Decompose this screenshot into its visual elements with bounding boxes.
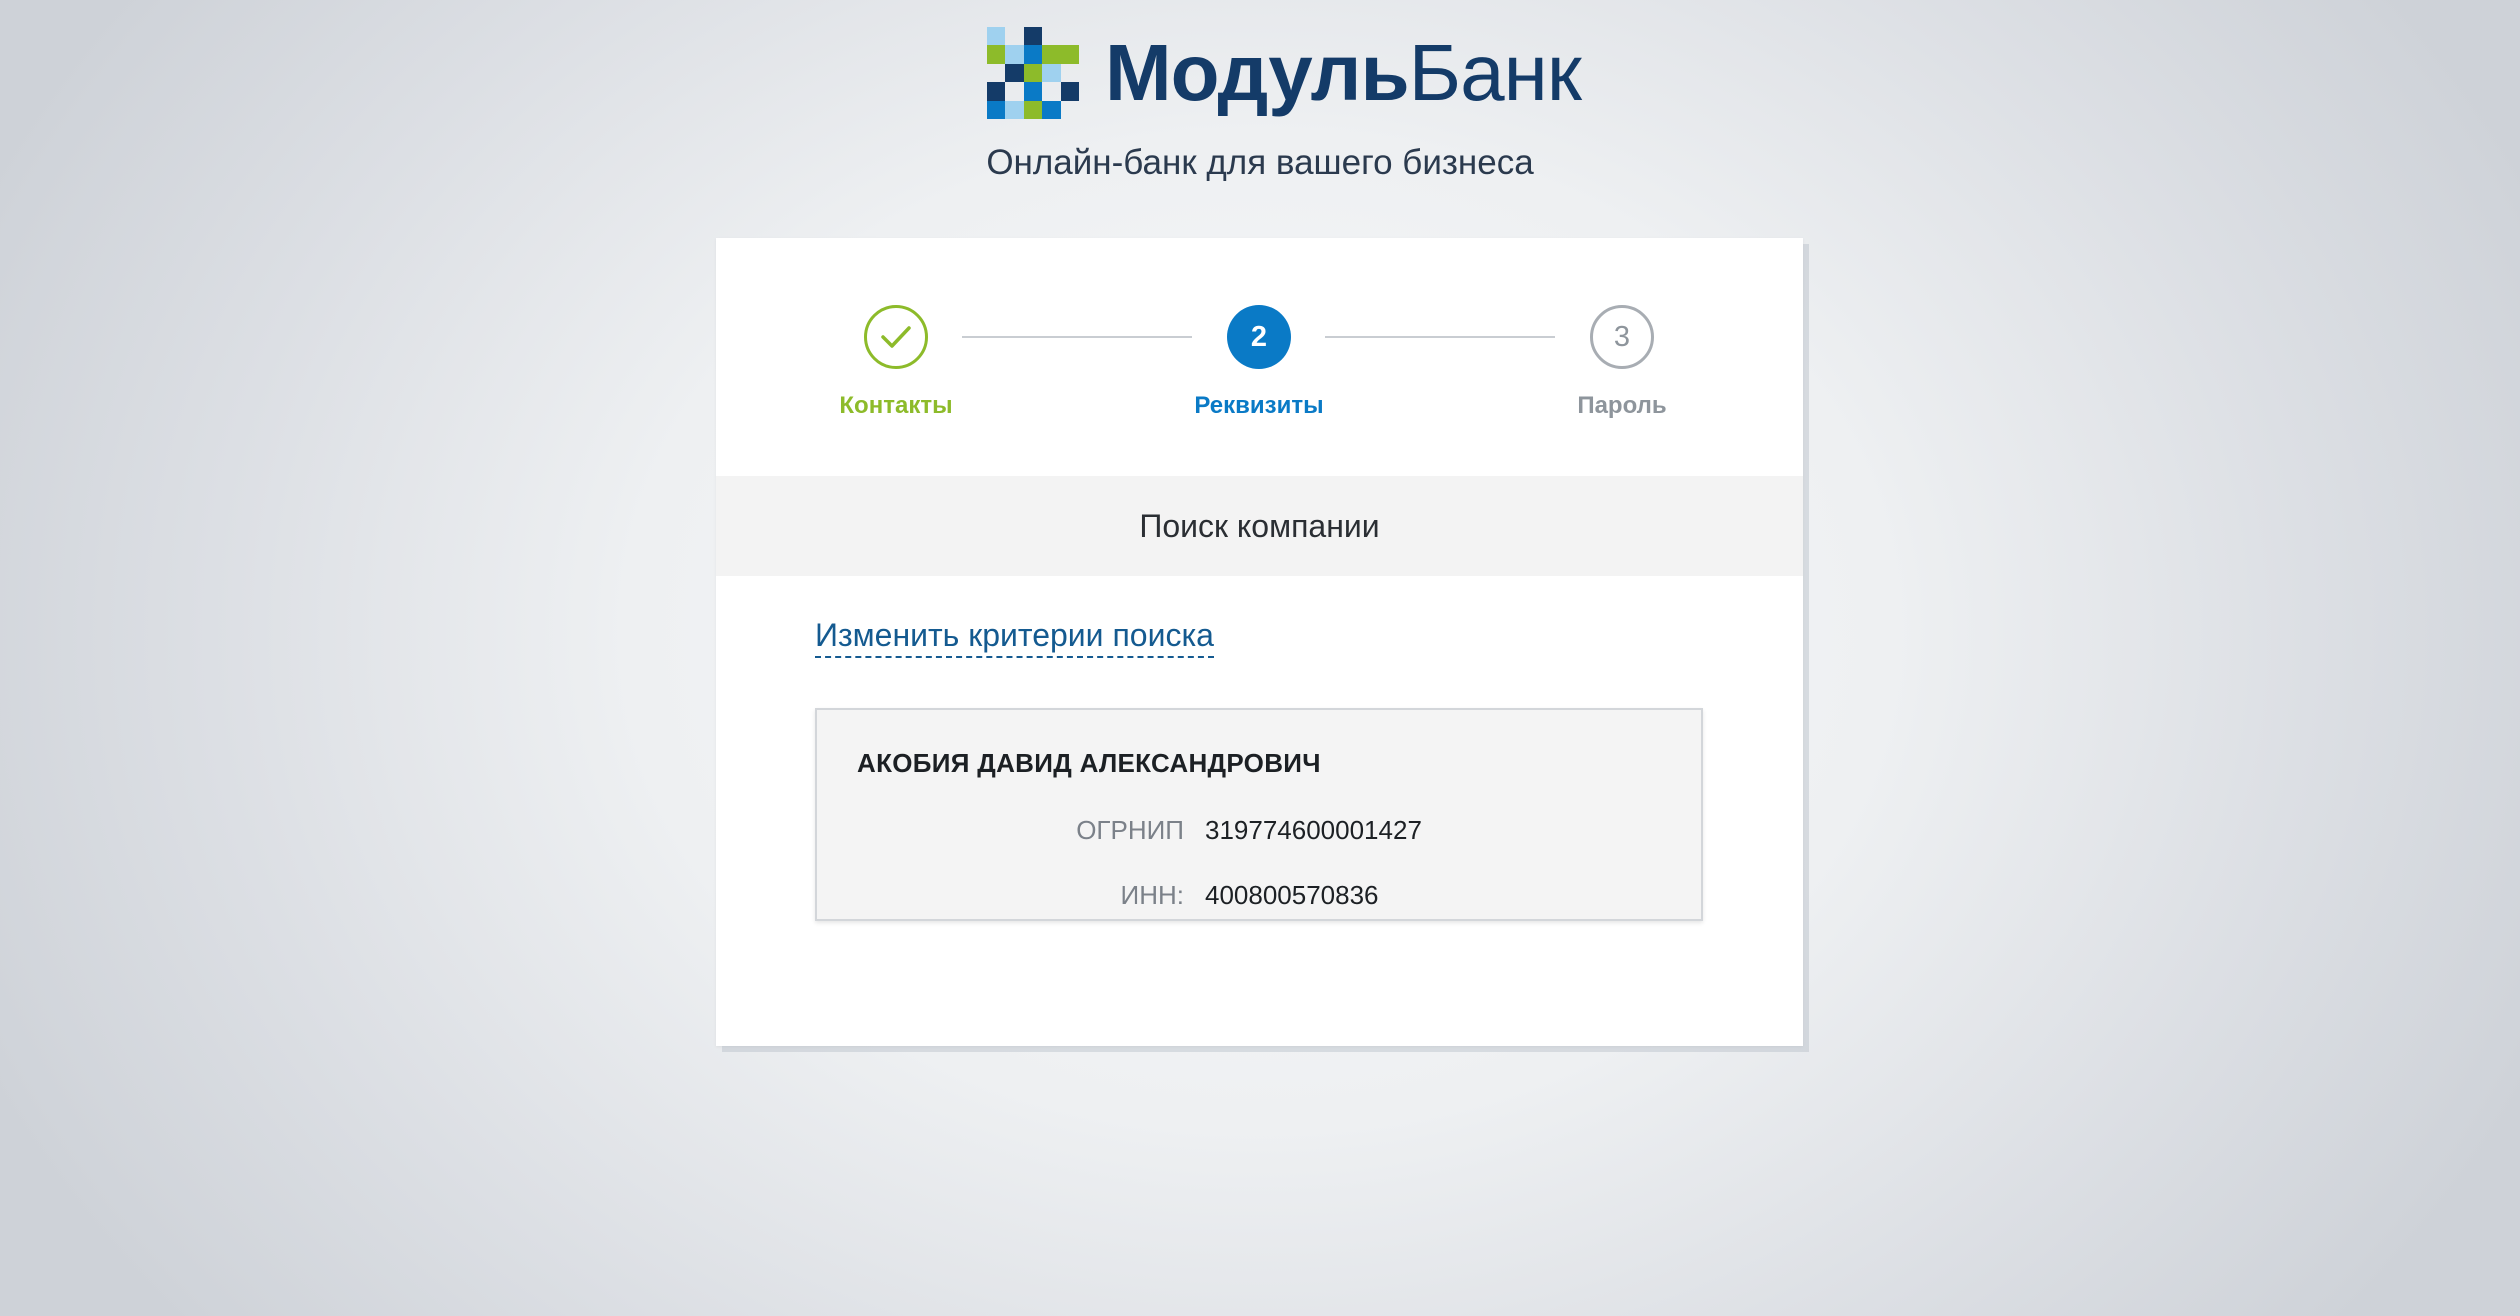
- ogrnip-value: 319774600001427: [1205, 815, 1422, 845]
- logo-pixel: [987, 100, 1006, 119]
- step-2-number: 2: [1250, 320, 1268, 353]
- inn-value: 400800570836: [1205, 880, 1379, 910]
- logo-pixel: [1023, 100, 1043, 119]
- logo-wordmark: Модуль Банк: [1105, 28, 1582, 117]
- logo-pixel: [1042, 100, 1061, 119]
- ogrnip-label: ОГРНИП: [1076, 815, 1184, 845]
- logo-pixel: [987, 27, 1006, 46]
- logo-word-bold: Модуль: [1105, 28, 1410, 117]
- logo-pixel: [1023, 63, 1043, 83]
- logo-pixel: [1023, 27, 1043, 46]
- logo-pixel: [987, 82, 1006, 101]
- logo-pixel: [1005, 100, 1024, 119]
- tagline: Онлайн-банк для вашего бизнеса: [986, 143, 1534, 182]
- logo-pixel: [1005, 45, 1024, 64]
- logo-word-light: Банк: [1408, 28, 1582, 117]
- step-connector-2: [1325, 336, 1555, 338]
- logo-pixel: [987, 45, 1006, 64]
- change-search-criteria-link[interactable]: Изменить критерии поиска: [815, 616, 1214, 659]
- company-name: АКОБИЯ ДАВИД АЛЕКСАНДРОВИЧ: [857, 748, 1321, 778]
- logo-pixel: [1060, 45, 1079, 64]
- step-1-label: Контакты: [839, 392, 953, 419]
- step-3-number: 3: [1613, 320, 1631, 353]
- step-connector-1: [962, 336, 1192, 338]
- check-icon: [881, 326, 911, 348]
- section-title: Поиск компании: [716, 476, 1803, 576]
- logo-pixel: [1005, 63, 1024, 83]
- logo-pixel: [1042, 63, 1061, 83]
- company-result-item[interactable]: АКОБИЯ ДАВИД АЛЕКСАНДРОВИЧ ОГРНИП 319774…: [815, 708, 1703, 921]
- registration-card: 2 3 Контакты Реквизиты Пароль Поиск комп…: [716, 238, 1803, 1046]
- step-1-circle: [864, 305, 928, 369]
- step-2-label: Реквизиты: [1194, 392, 1324, 419]
- step-3-circle: 3: [1590, 305, 1654, 369]
- step-3-label: Пароль: [1577, 392, 1667, 419]
- logo-pixel: [1023, 82, 1043, 101]
- inn-row: ИНН: 400800570836: [817, 880, 1705, 914]
- logo-pixel: [1060, 82, 1079, 101]
- inn-label: ИНН:: [1120, 880, 1184, 910]
- step-2-circle: 2: [1227, 305, 1291, 369]
- bank-logo: Модуль Банк: [987, 27, 1582, 119]
- ogrnip-row: ОГРНИП 319774600001427: [817, 815, 1705, 849]
- logo-pixel: [1042, 45, 1061, 64]
- logo-pixel-mark-icon: [987, 27, 1079, 119]
- logo-pixel: [1023, 45, 1043, 64]
- progress-stepper: 2 3 Контакты Реквизиты Пароль: [716, 238, 1803, 476]
